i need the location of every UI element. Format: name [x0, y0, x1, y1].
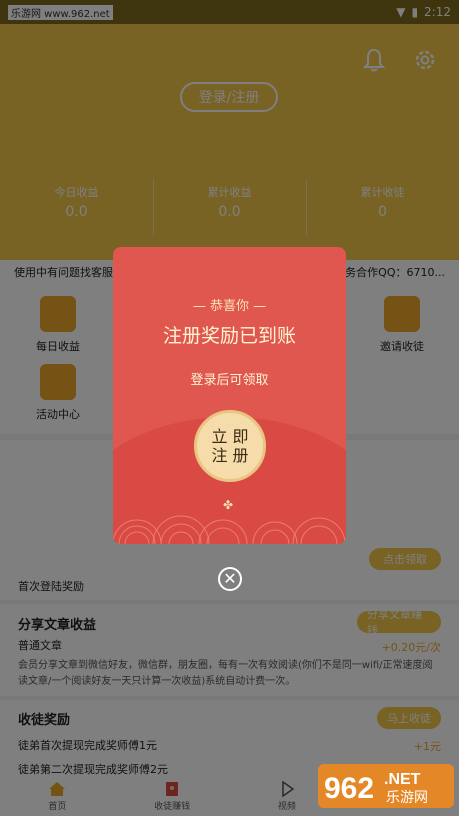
logo-text-net: .NET — [384, 771, 421, 788]
close-icon[interactable]: ✕ — [218, 567, 242, 591]
modal-congrats: — 恭喜你 — — [192, 299, 267, 314]
site-logo: 962 .NET 乐游网 — [318, 764, 454, 808]
modal-subtitle: 登录后可领取 — [190, 373, 269, 388]
logo-text-cn: 乐游网 — [386, 790, 428, 806]
wave-pattern — [113, 515, 346, 544]
modal-title: 注册奖励已到账 — [162, 325, 296, 347]
register-now-button[interactable]: 立 即 注 册 — [194, 410, 266, 482]
red-envelope-modal: — 恭喜你 — 注册奖励已到账 登录后可领取 立 即 注 册 ✤ — [113, 247, 346, 544]
logo-text-962: 962 — [324, 772, 374, 805]
